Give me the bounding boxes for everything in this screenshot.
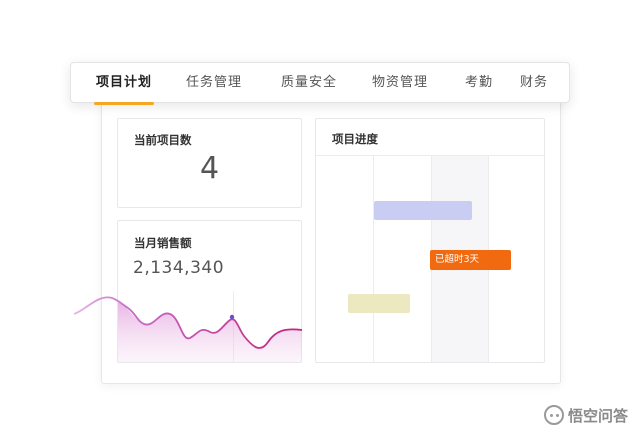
tab-finance[interactable]: 财务: [520, 63, 548, 104]
progress-header: 项目进度: [316, 119, 544, 156]
watermark: 悟空问答: [543, 404, 628, 426]
gantt-bar-task-3[interactable]: [348, 294, 410, 313]
gantt-gridline: [373, 156, 374, 362]
tab-task-management[interactable]: 任务管理: [186, 63, 242, 104]
dashboard-stage: 项目计划 任务管理 质量安全 物资管理 考勤 财务 当前项目数 4 当月销售额 …: [0, 0, 640, 436]
overdue-badge[interactable]: 已超时3天: [430, 250, 511, 270]
tab-bar: 项目计划 任务管理 质量安全 物资管理 考勤 财务: [70, 62, 570, 105]
project-progress-card: 项目进度 已超时3天: [315, 118, 545, 363]
watermark-text: 悟空问答: [567, 406, 628, 425]
sparkline-point: [229, 314, 235, 320]
tab-project-plan[interactable]: 项目计划: [93, 63, 155, 105]
monthly-sales-title: 当月销售额: [134, 236, 192, 250]
wukong-logo-icon: [543, 405, 564, 425]
tab-materials[interactable]: 物资管理: [372, 63, 428, 104]
project-count-value: 4: [200, 151, 220, 186]
progress-title: 项目进度: [332, 132, 378, 146]
tab-quality-safety[interactable]: 质量安全: [281, 63, 337, 104]
project-count-card: 当前项目数 4: [117, 118, 302, 208]
gantt-bar-task-1[interactable]: [374, 201, 472, 220]
sales-sparkline: [73, 296, 303, 362]
tab-attendance[interactable]: 考勤: [465, 63, 493, 104]
project-count-title: 当前项目数: [134, 133, 192, 147]
monthly-sales-value: 2,134,340: [133, 258, 225, 278]
